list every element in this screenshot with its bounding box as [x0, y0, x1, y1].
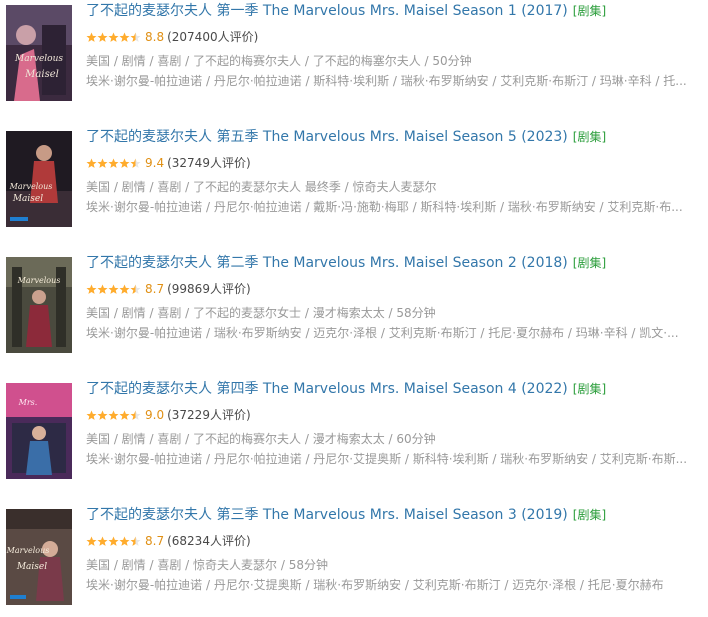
- result-item: Marvelous Maisel 了不起的麦瑟尔夫人 第五季 The Marve…: [0, 126, 708, 236]
- result-cast: 埃米·谢尔曼-帕拉迪诺 / 丹尼尔·艾提奥斯 / 瑞秋·布罗斯纳安 / 艾利克斯…: [86, 578, 664, 592]
- rating-score: 8.7: [145, 282, 165, 296]
- result-cast: 埃米·谢尔曼-帕拉迪诺 / 瑞秋·布罗斯纳安 / 迈克尔·泽根 / 艾利克斯·布…: [86, 326, 679, 340]
- poster-image[interactable]: Marvelous Maisel: [6, 509, 72, 605]
- rating-count: (37229人评价): [167, 408, 251, 422]
- result-title-link[interactable]: 了不起的麦瑟尔夫人 第五季 The Marvelous Mrs. Maisel …: [86, 129, 568, 145]
- rating-count: (32749人评价): [167, 156, 251, 170]
- svg-text:Maisel: Maisel: [16, 562, 47, 572]
- poster-image[interactable]: Mrs.: [6, 383, 72, 479]
- rating-score: 9.0: [145, 408, 165, 422]
- result-cast: 埃米·谢尔曼-帕拉迪诺 / 丹尼尔·帕拉迪诺 / 丹尼尔·艾提奥斯 / 斯科特·…: [86, 452, 688, 466]
- star-rating-icon: [86, 410, 141, 420]
- tv-series-badge[interactable]: [剧集]: [573, 382, 606, 396]
- tv-series-badge[interactable]: [剧集]: [573, 256, 606, 270]
- svg-text:Maisel: Maisel: [12, 194, 43, 204]
- rating-count: (99869人评价): [167, 282, 251, 296]
- svg-text:Marvelous: Marvelous: [6, 546, 49, 555]
- result-item: Marvelous 了不起的麦瑟尔夫人 第二季 The Marvelous Mr…: [0, 252, 708, 362]
- result-title-link[interactable]: 了不起的麦瑟尔夫人 第三季 The Marvelous Mrs. Maisel …: [86, 507, 568, 523]
- result-item: Mrs. 了不起的麦瑟尔夫人 第四季 The Marvelous Mrs. Ma…: [0, 378, 708, 488]
- rating-score: 8.8: [145, 30, 165, 44]
- tv-series-badge[interactable]: [剧集]: [573, 130, 606, 144]
- svg-text:Marvelous: Marvelous: [9, 182, 53, 191]
- star-rating-icon: [86, 536, 141, 546]
- result-item: Marvelous Maisel 了不起的麦瑟尔夫人 第一季 The Marve…: [0, 0, 708, 110]
- star-rating-icon: [86, 158, 141, 168]
- result-cast: 埃米·谢尔曼-帕拉迪诺 / 丹尼尔·帕拉迪诺 / 斯科特·埃利斯 / 瑞秋·布罗…: [86, 74, 687, 88]
- tv-series-badge[interactable]: [剧集]: [573, 508, 606, 522]
- result-meta: 美国 / 剧情 / 喜剧 / 了不起的梅赛尔夫人 / 了不起的梅塞尔夫人 / 5…: [86, 54, 472, 68]
- svg-text:Maisel: Maisel: [24, 69, 59, 80]
- poster-image[interactable]: Marvelous Maisel: [6, 5, 72, 101]
- result-meta: 美国 / 剧情 / 喜剧 / 惊奇夫人麦瑟尔 / 58分钟: [86, 558, 328, 572]
- svg-text:Marvelous: Marvelous: [14, 54, 63, 64]
- result-title-link[interactable]: 了不起的麦瑟尔夫人 第四季 The Marvelous Mrs. Maisel …: [86, 381, 568, 397]
- svg-text:Marvelous: Marvelous: [17, 276, 61, 285]
- star-rating-icon: [86, 284, 141, 294]
- rating-count: (68234人评价): [167, 534, 251, 548]
- tv-series-badge[interactable]: [剧集]: [573, 4, 606, 18]
- result-meta: 美国 / 剧情 / 喜剧 / 了不起的麦瑟尔夫人 最终季 / 惊奇夫人麦瑟尔: [86, 180, 437, 194]
- svg-text:Mrs.: Mrs.: [18, 398, 38, 407]
- rating-score: 8.7: [145, 534, 165, 548]
- rating-score: 9.4: [145, 156, 165, 170]
- result-title-link[interactable]: 了不起的麦瑟尔夫人 第二季 The Marvelous Mrs. Maisel …: [86, 255, 568, 271]
- rating-count: (207400人评价): [167, 30, 259, 44]
- result-meta: 美国 / 剧情 / 喜剧 / 了不起的麦瑟尔女士 / 漫才梅索太太 / 58分钟: [86, 306, 436, 320]
- result-meta: 美国 / 剧情 / 喜剧 / 了不起的梅赛尔夫人 / 漫才梅索太太 / 60分钟: [86, 432, 436, 446]
- result-cast: 埃米·谢尔曼-帕拉迪诺 / 丹尼尔·帕拉迪诺 / 戴斯·冯·施勒·梅耶 / 斯科…: [86, 200, 683, 214]
- star-rating-icon: [86, 32, 141, 42]
- result-title-link[interactable]: 了不起的麦瑟尔夫人 第一季 The Marvelous Mrs. Maisel …: [86, 3, 568, 19]
- search-results-list: Marvelous Maisel 了不起的麦瑟尔夫人 第一季 The Marve…: [0, 0, 708, 617]
- result-item: Marvelous Maisel 了不起的麦瑟尔夫人 第三季 The Marve…: [0, 504, 708, 614]
- poster-image[interactable]: Marvelous: [6, 257, 72, 353]
- poster-image[interactable]: Marvelous Maisel: [6, 131, 72, 227]
